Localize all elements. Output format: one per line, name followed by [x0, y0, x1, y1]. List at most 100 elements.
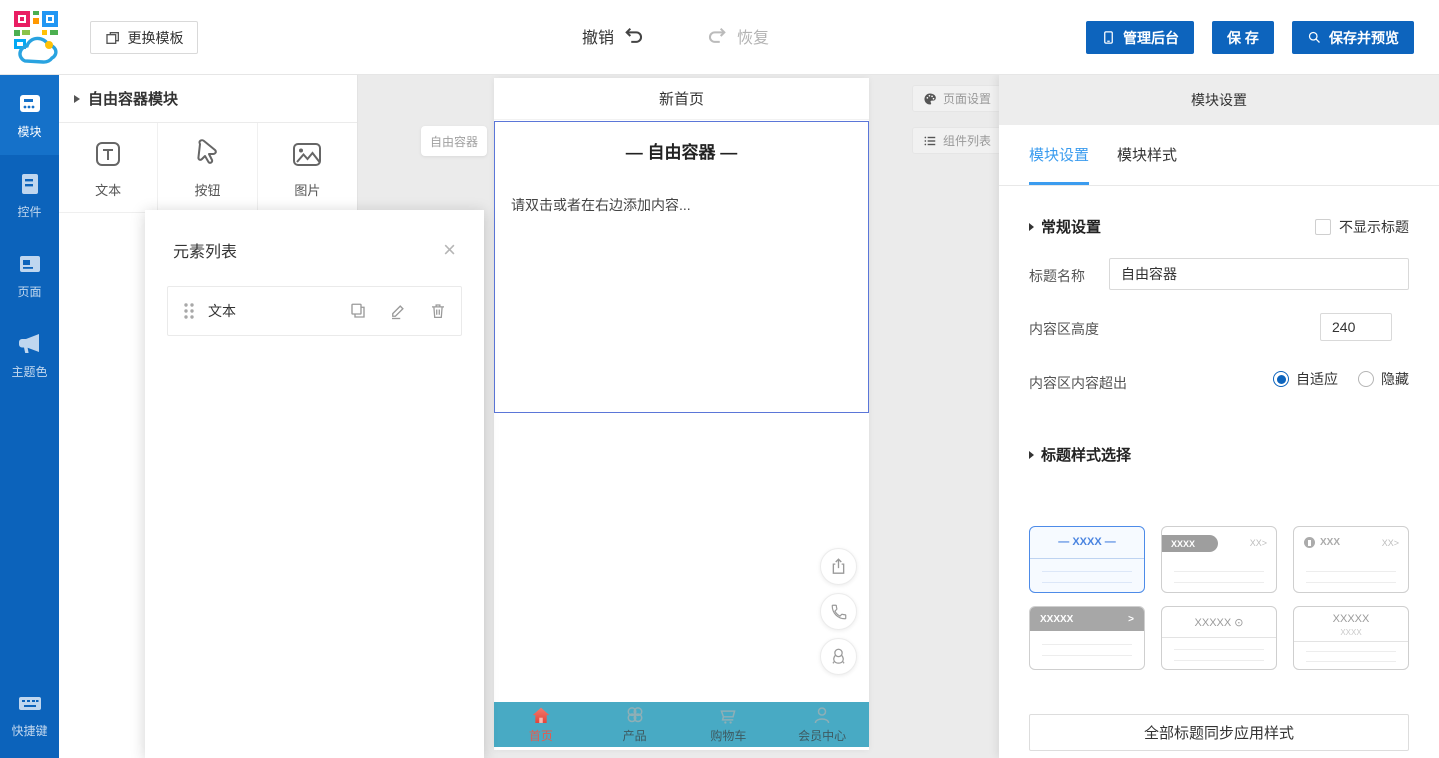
title-style-card-5[interactable]: XXXXX ⊙: [1161, 606, 1277, 670]
save-preview-button[interactable]: 保存并预览: [1292, 21, 1414, 54]
tab-module-settings[interactable]: 模块设置: [1029, 144, 1089, 185]
style-divider: [1294, 641, 1408, 642]
style-divider: [1030, 558, 1144, 559]
overflow-option-hidden[interactable]: 隐藏: [1358, 369, 1409, 389]
phone-float-button[interactable]: [820, 593, 857, 630]
keyboard-icon: [17, 690, 43, 716]
nav-item-home[interactable]: 首页: [494, 702, 588, 747]
title-name-input[interactable]: [1109, 258, 1409, 290]
undo-icon: [622, 25, 646, 47]
style1-title: — XXXX —: [1030, 536, 1144, 548]
module-panel-header[interactable]: 自由容器模块: [59, 75, 357, 123]
style-line: [1174, 660, 1264, 661]
trash-icon[interactable]: [429, 302, 447, 320]
admin-backend-label: 管理后台: [1123, 28, 1179, 48]
hide-title-checkbox[interactable]: [1315, 219, 1331, 235]
style6-subtitle: XXXX: [1294, 628, 1408, 637]
nav-item-member-center[interactable]: 会员中心: [775, 702, 869, 747]
logo-icon: [12, 9, 62, 65]
sidebar-item-theme-color[interactable]: 主题色: [0, 315, 59, 395]
radio-unselected-icon[interactable]: [1358, 371, 1374, 387]
change-template-button[interactable]: 更换模板: [90, 21, 198, 54]
sidebar-item-pages[interactable]: 页面: [0, 235, 59, 315]
style-line: [1042, 644, 1132, 645]
text-icon: [90, 136, 126, 172]
module-item-label: 按钮: [194, 180, 220, 199]
undo-button[interactable]: 撤销: [582, 24, 646, 48]
content-height-label: 内容区高度: [1029, 319, 1099, 339]
content-height-input[interactable]: [1320, 313, 1392, 341]
overflow-option-adaptive[interactable]: 自适应: [1273, 369, 1338, 389]
tab-module-style[interactable]: 模块样式: [1117, 144, 1177, 185]
admin-backend-button[interactable]: 管理后台: [1086, 21, 1194, 54]
section-caret-icon: [1029, 223, 1034, 231]
device-icon: [1101, 30, 1116, 45]
component-list-button[interactable]: 组件列表: [912, 127, 1002, 154]
template-icon: [105, 30, 121, 46]
topbar-actions: 管理后台 保 存 保存并预览: [1086, 21, 1414, 54]
cursor-icon: [189, 136, 225, 172]
style4-bar: XXXXX >: [1030, 607, 1144, 631]
element-row-label: 文本: [208, 301, 349, 321]
title-style-card-3[interactable]: XXX XX>: [1293, 526, 1409, 593]
qq-icon: [829, 647, 848, 666]
style-line: [1306, 582, 1396, 583]
page-settings-button[interactable]: 页面设置: [912, 85, 1002, 112]
style-line: [1306, 571, 1396, 572]
module-item-label: 图片: [294, 180, 320, 199]
qq-float-button[interactable]: [820, 638, 857, 675]
main-sidebar: 模块 控件 页面 主题色: [0, 75, 59, 758]
sidebar-item-widgets[interactable]: 控件: [0, 155, 59, 235]
apply-all-styles-button[interactable]: 全部标题同步应用样式: [1029, 714, 1409, 751]
overflow-adaptive-label: 自适应: [1296, 369, 1338, 389]
nav-item-label: 首页: [529, 727, 553, 744]
share-float-button[interactable]: [820, 548, 857, 585]
phone-icon: [830, 603, 848, 621]
sidebar-item-shortcuts[interactable]: 快捷键: [0, 674, 59, 754]
style2-tag: XXXX: [1162, 535, 1218, 552]
settings-panel-header: 模块设置: [999, 75, 1439, 125]
copy-icon[interactable]: [349, 302, 367, 320]
home-icon: [530, 705, 552, 726]
style-line: [1042, 655, 1132, 656]
radio-selected-icon[interactable]: [1273, 371, 1289, 387]
change-template-label: 更换模板: [128, 28, 184, 48]
title-style-card-6[interactable]: XXXXX XXXX: [1293, 606, 1409, 670]
nav-item-cart[interactable]: 购物车: [682, 702, 776, 747]
save-button[interactable]: 保 存: [1212, 21, 1274, 54]
style-line: [1306, 651, 1396, 652]
style3-title: XXX: [1320, 537, 1340, 548]
general-section-row: 常规设置 不显示标题: [1029, 216, 1409, 237]
module-item-button[interactable]: 按钮: [158, 123, 257, 212]
phone-bottom-nav: 首页 产品 购物车: [494, 702, 869, 747]
style3-more: XX>: [1382, 538, 1399, 548]
style6-title: XXXXX: [1294, 613, 1408, 625]
settings-panel-title: 模块设置: [1191, 90, 1247, 110]
save-preview-label: 保存并预览: [1329, 28, 1399, 48]
module-tag-label: 自由容器: [430, 133, 478, 150]
drag-handle-icon[interactable]: [182, 302, 196, 320]
close-icon[interactable]: ×: [443, 239, 456, 261]
module-icon: [17, 91, 43, 117]
title-style-card-1[interactable]: — XXXX —: [1029, 526, 1145, 593]
palette-icon: [923, 92, 937, 106]
style-line: [1042, 582, 1132, 583]
element-row-text[interactable]: 文本: [167, 286, 462, 336]
selected-free-container[interactable]: — 自由容器 — 请双击或者在右边添加内容...: [494, 121, 869, 413]
megaphone-icon: [17, 331, 43, 357]
overflow-radio-group: 自适应 隐藏: [1273, 369, 1409, 389]
component-list-label: 组件列表: [943, 132, 991, 149]
style5-title: XXXXX ⊙: [1162, 616, 1276, 629]
sidebar-item-modules[interactable]: 模块: [0, 75, 59, 155]
module-item-image[interactable]: 图片: [258, 123, 357, 212]
module-item-text[interactable]: 文本: [59, 123, 158, 212]
edit-icon[interactable]: [389, 302, 407, 320]
title-style-card-4[interactable]: XXXXX >: [1029, 606, 1145, 670]
style3-titlerow: XXX: [1304, 537, 1340, 548]
title-style-card-2[interactable]: XXXX XX>: [1161, 526, 1277, 593]
page-builder-app: 更换模板 撤销 恢复 管理后台: [0, 0, 1439, 758]
redo-button[interactable]: 恢复: [705, 24, 769, 48]
widget-icon: [17, 171, 43, 197]
search-icon: [1307, 30, 1322, 45]
nav-item-products[interactable]: 产品: [588, 702, 682, 747]
